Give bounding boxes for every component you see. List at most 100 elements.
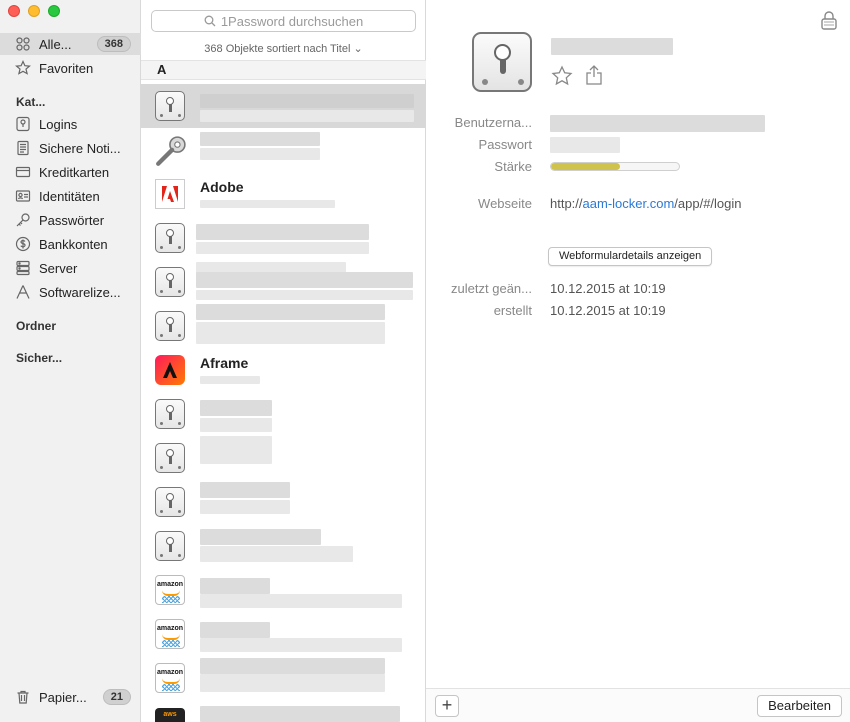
minimize-window-button[interactable]: [28, 5, 40, 17]
lock-icon: [155, 487, 185, 517]
list-item[interactable]: [141, 392, 426, 436]
lock-icon: [155, 267, 185, 297]
redacted-subtitle: [196, 322, 385, 344]
list-item[interactable]: amazon: [141, 612, 426, 656]
redacted-password[interactable]: [550, 137, 620, 153]
redacted-title: [200, 658, 385, 674]
sidebar-item-label: Papier...: [39, 689, 87, 705]
redacted-title: [196, 224, 369, 240]
edit-button[interactable]: Bearbeiten: [757, 695, 842, 717]
categories-header[interactable]: Kat...: [16, 95, 45, 109]
item-list: 1Password durchsuchen 368 Objekte sortie…: [141, 0, 426, 722]
modified-value: 10.12.2015 at 10:19: [550, 281, 666, 296]
sidebar-item-label: Logins: [39, 116, 78, 132]
key-icon: [155, 135, 186, 166]
created-value: 10.12.2015 at 10:19: [550, 303, 666, 318]
list-item[interactable]: amazon: [141, 568, 426, 612]
sidebar-item-software-licenses[interactable]: Softwarelize...: [0, 281, 141, 303]
list-item[interactable]: Aframe: [141, 348, 426, 392]
detail-panel: Benutzerna... Passwort Stärke Webseite h…: [426, 0, 850, 722]
zoom-window-button[interactable]: [48, 5, 60, 17]
software-icon: [14, 283, 32, 301]
redacted-subtitle: [200, 148, 320, 160]
sidebar-item-all[interactable]: Alle... 368: [0, 33, 141, 55]
list-item[interactable]: [141, 436, 426, 480]
list-item[interactable]: [141, 84, 426, 128]
sidebar-item-passwords[interactable]: Passwörter: [0, 209, 141, 231]
sidebar-item-logins[interactable]: Logins: [0, 113, 141, 135]
redacted-subtitle: [200, 200, 335, 208]
list-item[interactable]: amazon: [141, 656, 426, 700]
aws-logo: aws: [155, 708, 185, 722]
redacted-subtitle: [200, 638, 402, 652]
list-item[interactable]: Adobe: [141, 172, 426, 216]
redacted-title: [200, 482, 290, 498]
sidebar-item-label: Server: [39, 260, 78, 276]
aframe-logo: [155, 355, 185, 385]
sort-label: 368 Objekte sortiert nach Titel: [204, 43, 351, 55]
bank-icon: [14, 235, 32, 253]
list-item-title: Aframe: [200, 355, 249, 371]
adobe-logo: [155, 179, 185, 209]
server-icon: [14, 259, 32, 277]
redacted-username[interactable]: [550, 115, 765, 132]
lock-icon[interactable]: [820, 10, 838, 30]
section-header: A: [141, 60, 426, 80]
website-value[interactable]: http://aam-locker.com/app/#/login: [550, 196, 742, 211]
show-webform-details-button[interactable]: Webformulardetails anzeigen: [548, 247, 713, 266]
list-item[interactable]: [141, 524, 426, 568]
item-icon: [472, 32, 532, 92]
sidebar-item-credit-cards[interactable]: Kreditkarten: [0, 161, 141, 183]
key-icon: [14, 211, 32, 229]
redacted-subtitle: [200, 110, 414, 122]
list-item[interactable]: [141, 260, 426, 304]
sidebar: Alle... 368 Favoriten Kat... Logins Sich…: [0, 0, 141, 722]
amazon-logo: amazon: [155, 619, 185, 649]
share-icon[interactable]: [583, 64, 605, 86]
redacted-subtitle: [200, 594, 402, 608]
redacted-subtitle: [196, 242, 369, 254]
close-window-button[interactable]: [8, 5, 20, 17]
folders-header[interactable]: Ordner: [16, 319, 56, 333]
list-item[interactable]: [141, 216, 426, 260]
add-item-button[interactable]: +: [435, 695, 459, 717]
redacted-title: [200, 622, 270, 638]
sidebar-item-server[interactable]: Server: [0, 257, 141, 279]
password-label: Passwort: [478, 137, 532, 152]
sidebar-item-bank-accounts[interactable]: Bankkonten: [0, 233, 141, 255]
sidebar-item-favorites[interactable]: Favoriten: [0, 57, 141, 79]
redacted-title: [200, 578, 270, 594]
star-icon[interactable]: [551, 65, 573, 87]
login-icon: [14, 115, 32, 133]
count-badge: 21: [102, 689, 131, 705]
sidebar-item-label: Favoriten: [39, 60, 94, 76]
credit-card-icon: [14, 163, 32, 181]
lock-icon: [155, 91, 185, 121]
strength-label: Stärke: [494, 159, 532, 174]
gear-cluster-icon: [14, 35, 32, 53]
sidebar-item-identities[interactable]: Identitäten: [0, 185, 141, 207]
redacted-title: [196, 304, 385, 320]
list-item[interactable]: [141, 480, 426, 524]
redacted-subtitle: [200, 500, 290, 514]
redacted-item-title: [551, 38, 673, 55]
redacted-title: [200, 436, 272, 464]
security-header[interactable]: Sicher...: [16, 351, 62, 365]
list-item[interactable]: [141, 304, 426, 348]
redacted-subtitle: [200, 546, 353, 562]
sidebar-item-label: Softwarelize...: [39, 284, 121, 300]
star-icon: [14, 59, 32, 77]
list-item[interactable]: aws: [141, 700, 426, 722]
sidebar-item-label: Sichere Noti...: [39, 140, 121, 156]
sidebar-item-secure-notes[interactable]: Sichere Noti...: [0, 137, 141, 159]
sort-menu[interactable]: 368 Objekte sortiert nach Titel ⌄: [141, 42, 426, 55]
identity-icon: [14, 187, 32, 205]
list-item[interactable]: [141, 128, 426, 172]
sidebar-item-label: Passwörter: [39, 212, 105, 228]
chevron-down-icon: ⌄: [353, 43, 363, 55]
lock-icon: [155, 399, 185, 429]
created-label: erstellt: [493, 303, 532, 318]
website-link[interactable]: aam-locker.com: [583, 196, 675, 211]
sidebar-item-trash[interactable]: Papier... 21: [0, 686, 141, 708]
search-field[interactable]: 1Password durchsuchen: [151, 10, 416, 32]
